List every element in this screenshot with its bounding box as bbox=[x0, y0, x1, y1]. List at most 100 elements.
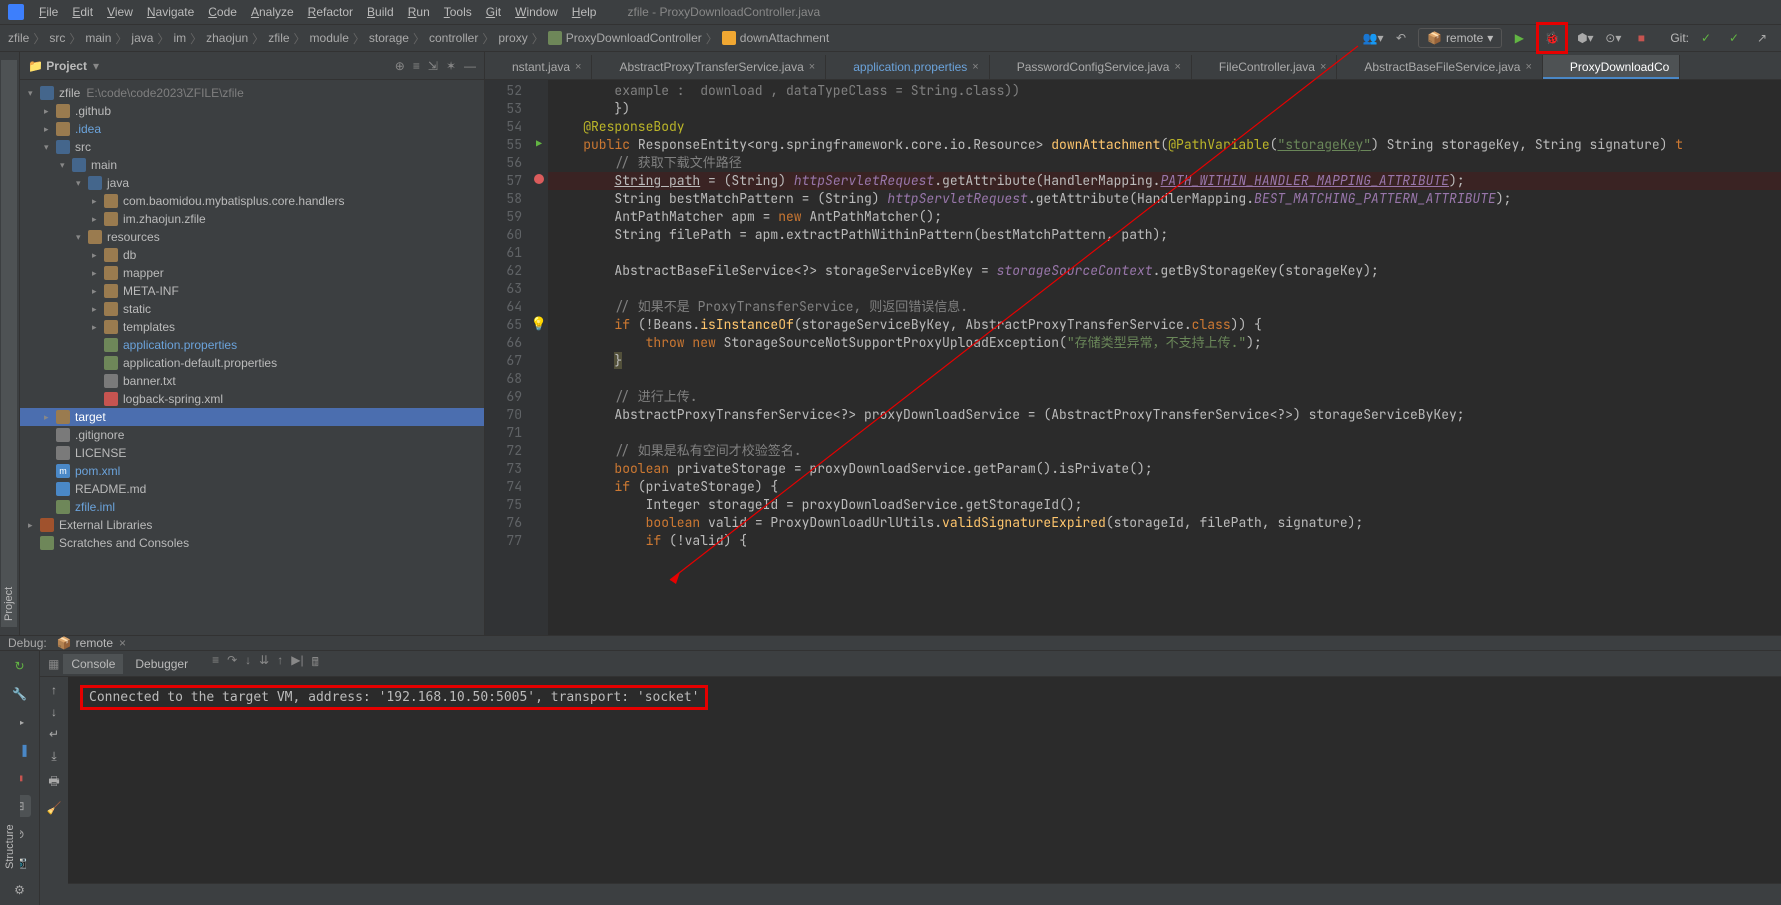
menu-navigate[interactable]: Navigate bbox=[140, 3, 201, 21]
crumb-controller[interactable]: controller bbox=[429, 31, 478, 45]
editor-tab[interactable]: AbstractProxyTransferService.java× bbox=[592, 55, 826, 79]
back-icon[interactable]: ↶ bbox=[1390, 27, 1412, 49]
debug-button-highlighted[interactable]: 🐞 bbox=[1536, 22, 1568, 54]
git-push-icon[interactable]: ✓ bbox=[1723, 27, 1745, 49]
tree-node[interactable]: ▸External Libraries bbox=[20, 516, 484, 534]
menu-code[interactable]: Code bbox=[201, 3, 244, 21]
users-icon[interactable]: 👥▾ bbox=[1362, 27, 1384, 49]
collapse-icon[interactable]: ⇲ bbox=[428, 59, 438, 73]
menu-build[interactable]: Build bbox=[360, 3, 401, 21]
git-commit-icon[interactable]: ✓ bbox=[1695, 27, 1717, 49]
down-icon[interactable]: ↓ bbox=[51, 705, 57, 719]
crumb-im[interactable]: im bbox=[173, 31, 186, 45]
tree-node[interactable]: ▸static bbox=[20, 300, 484, 318]
tree-node[interactable]: mpom.xml bbox=[20, 462, 484, 480]
menu-view[interactable]: View bbox=[100, 3, 140, 21]
toggle-icon[interactable]: ≡ bbox=[212, 653, 219, 674]
crumb-zfile[interactable]: zfile bbox=[8, 31, 29, 45]
evaluate-icon[interactable]: 🖩 bbox=[312, 653, 319, 674]
stop-icon[interactable]: ■ bbox=[1630, 27, 1652, 49]
expand-icon[interactable]: ≡ bbox=[413, 59, 420, 73]
menu-window[interactable]: Window bbox=[508, 3, 565, 21]
crumb-main[interactable]: main bbox=[85, 31, 111, 45]
menu-edit[interactable]: Edit bbox=[65, 3, 100, 21]
menu-refactor[interactable]: Refactor bbox=[301, 3, 360, 21]
tree-node[interactable]: ▾java bbox=[20, 174, 484, 192]
forcestep-icon[interactable]: ⇊ bbox=[259, 653, 269, 674]
tree-node[interactable]: README.md bbox=[20, 480, 484, 498]
tree-node[interactable]: application.properties bbox=[20, 336, 484, 354]
crumb-module[interactable]: module bbox=[310, 31, 349, 45]
debug-config[interactable]: 📦 remote× bbox=[57, 636, 126, 650]
print-icon[interactable]: 🖶 bbox=[48, 772, 59, 793]
tree-node[interactable]: ▸templates bbox=[20, 318, 484, 336]
tree-node[interactable]: ▸META-INF bbox=[20, 282, 484, 300]
runcursor-icon[interactable]: ▶| bbox=[291, 653, 303, 674]
editor-tab[interactable]: nstant.java× bbox=[485, 55, 592, 79]
modify-icon[interactable]: 🔧 bbox=[9, 683, 31, 705]
threads-icon[interactable]: ▦ bbox=[48, 657, 59, 671]
tree-node[interactable]: banner.txt bbox=[20, 372, 484, 390]
stepinto-icon[interactable]: ↓ bbox=[245, 653, 251, 674]
stepover-icon[interactable]: ↷ bbox=[227, 653, 237, 674]
code-lines[interactable]: example : download , dataTypeClass = Str… bbox=[548, 80, 1781, 635]
settings-icon[interactable]: ✶ bbox=[446, 59, 456, 73]
debugger-tab[interactable]: Debugger bbox=[127, 654, 196, 674]
tree-node[interactable]: ▸.idea bbox=[20, 120, 484, 138]
crumb-storage[interactable]: storage bbox=[369, 31, 409, 45]
tree-node[interactable]: ▸target bbox=[20, 408, 484, 426]
tree-node[interactable]: ▸im.zhaojun.zfile bbox=[20, 210, 484, 228]
crumb-zhaojun[interactable]: zhaojun bbox=[206, 31, 248, 45]
console-output[interactable]: Connected to the target VM, address: '19… bbox=[68, 677, 1781, 905]
hide-icon[interactable]: — bbox=[464, 59, 476, 73]
tree-node[interactable]: ▾resources bbox=[20, 228, 484, 246]
gutter-marks[interactable]: ▶💡 bbox=[530, 80, 548, 635]
menu-help[interactable]: Help bbox=[565, 3, 604, 21]
locate-icon[interactable]: ⊕ bbox=[395, 59, 405, 73]
menu-analyze[interactable]: Analyze bbox=[244, 3, 301, 21]
tree-node[interactable]: Scratches and Consoles bbox=[20, 534, 484, 552]
menu-git[interactable]: Git bbox=[479, 3, 508, 21]
project-tree[interactable]: ▾zfileE:\code\code2023\ZFILE\zfile▸.gith… bbox=[20, 80, 484, 635]
tree-node[interactable]: LICENSE bbox=[20, 444, 484, 462]
tree-node[interactable]: application-default.properties bbox=[20, 354, 484, 372]
git-pull-icon[interactable]: ↗ bbox=[1751, 27, 1773, 49]
tree-node[interactable]: logback-spring.xml bbox=[20, 390, 484, 408]
crumb-zfile[interactable]: zfile bbox=[268, 31, 289, 45]
scroll-icon[interactable]: ⤓ bbox=[51, 749, 56, 764]
chevron-down-icon[interactable]: ▾ bbox=[93, 59, 99, 73]
crumb-proxy[interactable]: proxy bbox=[498, 31, 527, 45]
debug-icon[interactable]: 🐞 bbox=[1541, 27, 1563, 49]
clear-icon[interactable]: 🧹 bbox=[47, 801, 62, 815]
console-tab[interactable]: Console bbox=[63, 654, 123, 674]
tree-node[interactable]: ▾src bbox=[20, 138, 484, 156]
code-editor[interactable]: 5253545556575859606162636465666768697071… bbox=[485, 80, 1781, 635]
run-config-selector[interactable]: 📦 remote ▾ bbox=[1418, 28, 1502, 48]
tree-node[interactable]: zfile.iml bbox=[20, 498, 484, 516]
crumb-ProxyDownloadController[interactable]: ProxyDownloadController bbox=[566, 31, 702, 45]
crumb-downAttachment[interactable]: downAttachment bbox=[740, 31, 829, 45]
crumb-java[interactable]: java bbox=[131, 31, 153, 45]
menu-run[interactable]: Run bbox=[401, 3, 437, 21]
editor-tab[interactable]: application.properties× bbox=[826, 55, 990, 79]
rerun-icon[interactable]: ↻ bbox=[9, 655, 31, 677]
editor-tab[interactable]: FileController.java× bbox=[1192, 55, 1337, 79]
crumb-src[interactable]: src bbox=[49, 31, 65, 45]
structure-toolwindow-tab[interactable]: Structure bbox=[2, 711, 18, 875]
tree-node[interactable]: ▸com.baomidou.mybatisplus.core.handlers bbox=[20, 192, 484, 210]
run-icon[interactable]: ▶ bbox=[1508, 27, 1530, 49]
project-toolwindow-tab[interactable]: Project bbox=[1, 60, 17, 627]
tree-node[interactable]: ▾zfileE:\code\code2023\ZFILE\zfile bbox=[20, 84, 484, 102]
tree-node[interactable]: ▸.github bbox=[20, 102, 484, 120]
tree-node[interactable]: .gitignore bbox=[20, 426, 484, 444]
tree-node[interactable]: ▸mapper bbox=[20, 264, 484, 282]
menu-tools[interactable]: Tools bbox=[437, 3, 479, 21]
profile-icon[interactable]: ⊙▾ bbox=[1602, 27, 1624, 49]
tree-node[interactable]: ▸db bbox=[20, 246, 484, 264]
editor-tab[interactable]: PasswordConfigService.java× bbox=[990, 55, 1192, 79]
coverage-icon[interactable]: ⬢▾ bbox=[1574, 27, 1596, 49]
editor-tab[interactable]: ProxyDownloadCo bbox=[1543, 55, 1680, 79]
menu-file[interactable]: File bbox=[32, 3, 65, 21]
up-icon[interactable]: ↑ bbox=[51, 683, 57, 697]
wrap-icon[interactable]: ↵ bbox=[49, 727, 59, 741]
